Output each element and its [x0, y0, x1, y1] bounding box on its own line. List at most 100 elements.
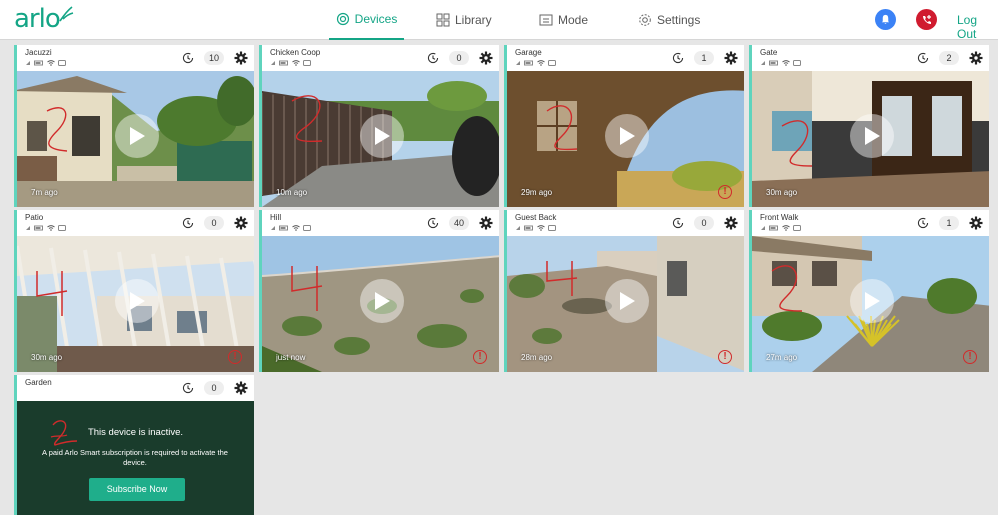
alert-icon[interactable]: ! [718, 350, 732, 364]
history-icon[interactable] [182, 52, 194, 64]
alert-icon[interactable]: ! [718, 185, 732, 199]
mode-icon [539, 13, 553, 27]
hd-icon [303, 225, 311, 231]
card-header: Garden 0 [17, 375, 254, 401]
wifi-icon [537, 60, 545, 66]
phone-plus-icon [922, 14, 931, 24]
card-header: Patio 0 [17, 210, 254, 236]
event-count-badge[interactable]: 0 [204, 216, 224, 230]
wifi-icon [47, 225, 55, 231]
tab-settings-label: Settings [657, 13, 701, 27]
last-seen-time: 7m ago [31, 188, 58, 197]
camera-feed-thumbnail[interactable]: 27m ago ! [752, 236, 989, 372]
history-icon[interactable] [917, 217, 929, 229]
event-count-badge[interactable]: 0 [694, 216, 714, 230]
device-status-icons [760, 60, 801, 66]
logout-link[interactable]: Log Out [957, 13, 998, 41]
subscribe-now-button[interactable]: Subscribe Now [89, 478, 185, 501]
history-icon[interactable] [182, 382, 194, 394]
tab-devices-label: Devices [354, 12, 398, 26]
arlo-logo[interactable]: arlo [14, 4, 74, 34]
device-settings-gear-icon[interactable] [234, 51, 248, 65]
device-name: Garden [25, 378, 52, 387]
hd-icon [548, 225, 556, 231]
play-icon [130, 292, 145, 310]
tab-settings[interactable]: Settings [638, 0, 700, 40]
last-seen-time: 30m ago [31, 353, 63, 362]
history-icon[interactable] [672, 217, 684, 229]
camera-feed-thumbnail[interactable]: 28m ago ! [507, 236, 744, 372]
history-icon[interactable] [182, 217, 194, 229]
device-card-coop: Chicken Coop 0 10m ago [259, 45, 499, 207]
event-count-badge[interactable]: 10 [204, 51, 224, 65]
play-button[interactable] [850, 279, 894, 323]
device-name: Chicken Coop [270, 48, 321, 57]
camera-feed-thumbnail[interactable]: 30m ago [752, 71, 989, 207]
play-button[interactable] [605, 279, 649, 323]
camera-feed-thumbnail[interactable]: 10m ago [262, 71, 499, 207]
emergency-call-button[interactable] [916, 9, 937, 30]
device-card-garage: Garage 1 29m ago ! [504, 45, 744, 207]
tab-library[interactable]: Library [436, 0, 492, 40]
device-name: Hill [270, 213, 282, 222]
play-button[interactable] [360, 114, 404, 158]
hd-icon [548, 60, 556, 66]
history-icon[interactable] [427, 217, 439, 229]
battery-icon [279, 60, 288, 66]
alert-icon[interactable]: ! [963, 350, 977, 364]
device-settings-gear-icon[interactable] [724, 216, 738, 230]
device-name: Guest Back [515, 213, 557, 222]
event-count-badge[interactable]: 40 [449, 216, 469, 230]
battery-icon [524, 60, 533, 66]
device-settings-gear-icon[interactable] [479, 51, 493, 65]
device-settings-gear-icon[interactable] [969, 51, 983, 65]
wifi-icon [782, 225, 790, 231]
history-icon[interactable] [672, 52, 684, 64]
camera-feed-thumbnail[interactable]: just now ! [262, 236, 499, 372]
wifi-icon [292, 225, 300, 231]
camera-feed-thumbnail[interactable]: 29m ago ! [507, 71, 744, 207]
card-header: Chicken Coop 0 [262, 45, 499, 71]
bell-icon [881, 14, 890, 24]
device-card-guest: Guest Back 0 28m ago ! [504, 210, 744, 372]
device-name: Gate [760, 48, 778, 57]
camera-feed-thumbnail[interactable]: 30m ago ! [17, 236, 254, 372]
alert-icon[interactable]: ! [228, 350, 242, 364]
event-count-badge[interactable]: 1 [694, 51, 714, 65]
device-settings-gear-icon[interactable] [479, 216, 493, 230]
play-icon [865, 127, 880, 145]
tab-mode-label: Mode [558, 13, 589, 27]
history-icon[interactable] [917, 52, 929, 64]
play-button[interactable] [115, 279, 159, 323]
tab-devices[interactable]: Devices [329, 0, 404, 40]
play-button[interactable] [850, 114, 894, 158]
signal-icon [516, 226, 520, 230]
alert-icon[interactable]: ! [473, 350, 487, 364]
event-count-badge[interactable]: 0 [449, 51, 469, 65]
device-settings-gear-icon[interactable] [724, 51, 738, 65]
signal-icon [761, 61, 765, 65]
event-count-badge[interactable]: 0 [204, 381, 224, 395]
play-button[interactable] [605, 114, 649, 158]
notifications-bell-button[interactable] [875, 9, 896, 30]
event-count-badge[interactable]: 1 [939, 216, 959, 230]
devices-icon [336, 12, 350, 26]
signal-icon [271, 226, 275, 230]
camera-feed-thumbnail[interactable]: 7m ago [17, 71, 254, 207]
top-bar: arlo Devices Library Mode Settings Log O… [0, 0, 998, 41]
history-icon[interactable] [427, 52, 439, 64]
last-seen-time: 10m ago [276, 188, 308, 197]
play-icon [130, 127, 145, 145]
device-settings-gear-icon[interactable] [234, 381, 248, 395]
signal-icon [26, 226, 30, 230]
device-settings-gear-icon[interactable] [969, 216, 983, 230]
play-button[interactable] [360, 279, 404, 323]
last-seen-time: 29m ago [521, 188, 553, 197]
play-button[interactable] [115, 114, 159, 158]
inactive-title: This device is inactive. [87, 427, 184, 438]
signal-icon [761, 226, 765, 230]
event-count-badge[interactable]: 2 [939, 51, 959, 65]
last-seen-time: 30m ago [766, 188, 798, 197]
device-settings-gear-icon[interactable] [234, 216, 248, 230]
tab-mode[interactable]: Mode [539, 0, 588, 40]
